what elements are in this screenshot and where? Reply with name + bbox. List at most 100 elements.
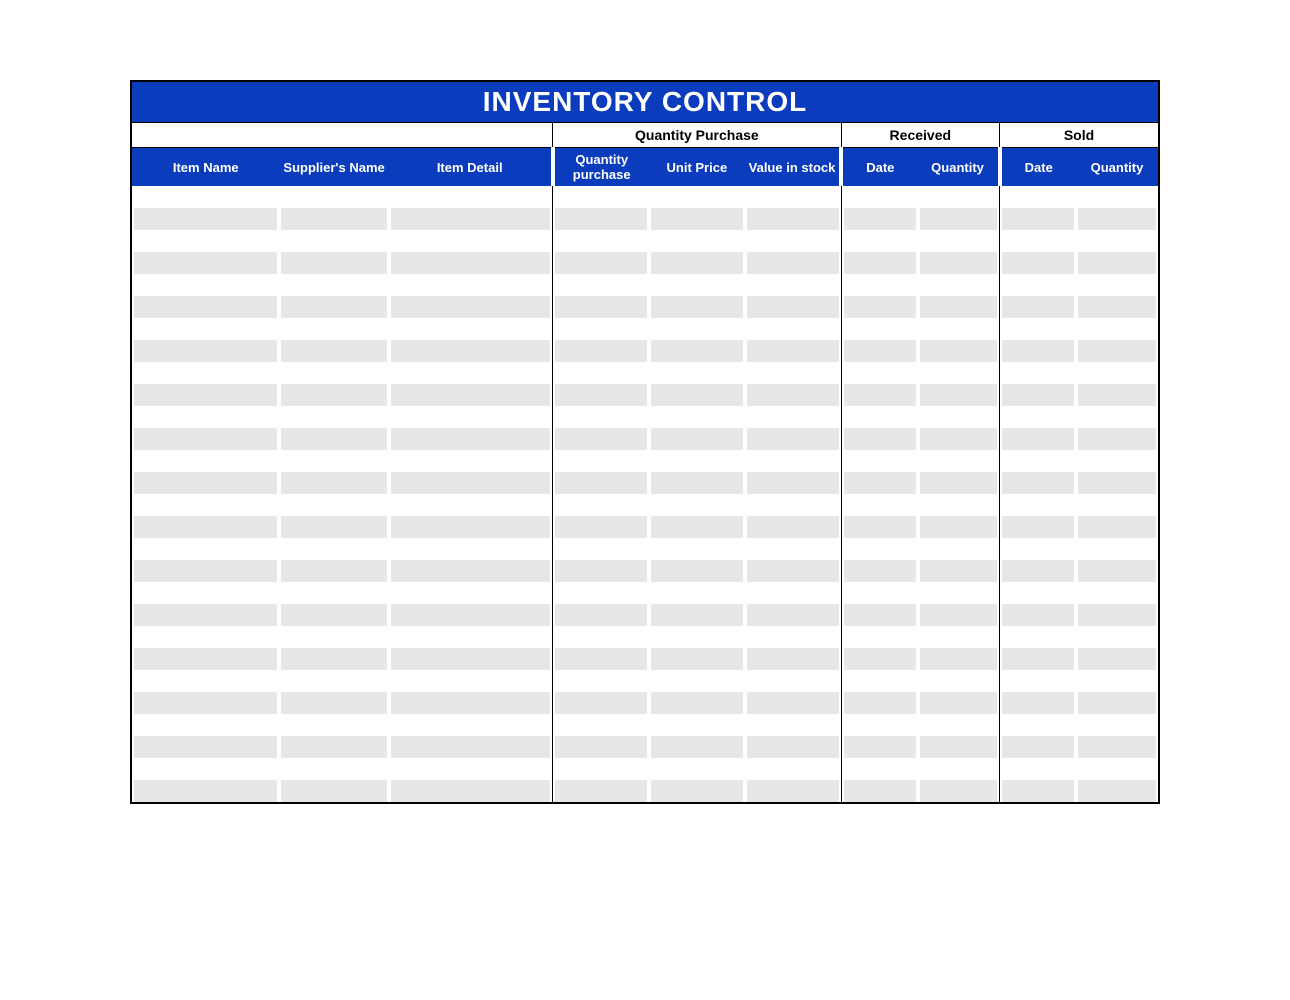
cell-sold_qty [1076,626,1158,648]
cell-unit_price [649,692,745,714]
cell-sold_date [1000,648,1076,670]
cell-value_in_stock [745,274,841,296]
cell-qty_purchase [553,736,649,758]
cell-suppliers_name [279,450,388,472]
cell-received_date [841,406,917,428]
cell-item_detail [389,670,553,692]
cell-sold_qty [1076,604,1158,626]
cell-suppliers_name [279,186,388,208]
cell-unit_price [649,296,745,318]
cell-sold_qty [1076,274,1158,296]
cell-suppliers_name [279,582,388,604]
cell-received_date [841,758,917,780]
table-row [132,538,1158,560]
cell-value_in_stock [745,670,841,692]
cell-suppliers_name [279,252,388,274]
cell-received_date [841,252,917,274]
table-row [132,296,1158,318]
cell-sold_qty [1076,472,1158,494]
cell-received_qty [918,670,1000,692]
cell-received_date [841,384,917,406]
cell-qty_purchase [553,758,649,780]
table-row [132,384,1158,406]
cell-received_date [841,208,917,230]
cell-item_detail [389,648,553,670]
cell-unit_price [649,714,745,736]
cell-value_in_stock [745,472,841,494]
cell-qty_purchase [553,362,649,384]
cell-qty_purchase [553,604,649,626]
cell-qty_purchase [553,670,649,692]
cell-unit_price [649,604,745,626]
cell-unit_price [649,670,745,692]
cell-unit_price [649,758,745,780]
cell-sold_qty [1076,208,1158,230]
cell-received_qty [918,604,1000,626]
cell-sold_qty [1076,494,1158,516]
cell-sold_date [1000,626,1076,648]
col-qty-purchase: Quantity purchase [553,148,649,187]
cell-received_date [841,692,917,714]
cell-item_detail [389,252,553,274]
group-sold: Sold [1000,123,1159,148]
cell-suppliers_name [279,780,388,802]
cell-sold_date [1000,516,1076,538]
cell-sold_qty [1076,384,1158,406]
cell-sold_qty [1076,538,1158,560]
col-received-qty: Quantity [918,148,1000,187]
col-item-detail: Item Detail [389,148,553,187]
cell-suppliers_name [279,692,388,714]
cell-item_name [132,186,279,208]
cell-item_name [132,428,279,450]
cell-item_detail [389,626,553,648]
cell-received_qty [918,406,1000,428]
cell-sold_date [1000,230,1076,252]
cell-qty_purchase [553,714,649,736]
cell-received_date [841,538,917,560]
cell-qty_purchase [553,626,649,648]
cell-unit_price [649,780,745,802]
cell-item_name [132,538,279,560]
cell-received_date [841,516,917,538]
cell-qty_purchase [553,274,649,296]
cell-item_name [132,318,279,340]
cell-received_date [841,230,917,252]
table-row [132,428,1158,450]
cell-qty_purchase [553,472,649,494]
cell-received_qty [918,758,1000,780]
cell-value_in_stock [745,362,841,384]
cell-unit_price [649,362,745,384]
cell-received_qty [918,318,1000,340]
col-item-name: Item Name [132,148,279,187]
cell-qty_purchase [553,208,649,230]
cell-received_date [841,318,917,340]
cell-item_detail [389,604,553,626]
cell-value_in_stock [745,296,841,318]
cell-received_qty [918,186,1000,208]
cell-suppliers_name [279,406,388,428]
cell-value_in_stock [745,230,841,252]
cell-item_name [132,714,279,736]
cell-value_in_stock [745,516,841,538]
cell-unit_price [649,186,745,208]
cell-suppliers_name [279,538,388,560]
cell-value_in_stock [745,604,841,626]
cell-sold_date [1000,472,1076,494]
cell-received_date [841,362,917,384]
col-received-date: Date [841,148,917,187]
cell-unit_price [649,230,745,252]
cell-suppliers_name [279,274,388,296]
cell-suppliers_name [279,516,388,538]
cell-value_in_stock [745,538,841,560]
cell-received_qty [918,340,1000,362]
cell-received_qty [918,296,1000,318]
cell-sold_qty [1076,516,1158,538]
cell-received_qty [918,472,1000,494]
cell-sold_date [1000,714,1076,736]
cell-unit_price [649,428,745,450]
cell-qty_purchase [553,384,649,406]
table-row [132,648,1158,670]
cell-item_detail [389,208,553,230]
cell-sold_date [1000,296,1076,318]
cell-sold_date [1000,670,1076,692]
